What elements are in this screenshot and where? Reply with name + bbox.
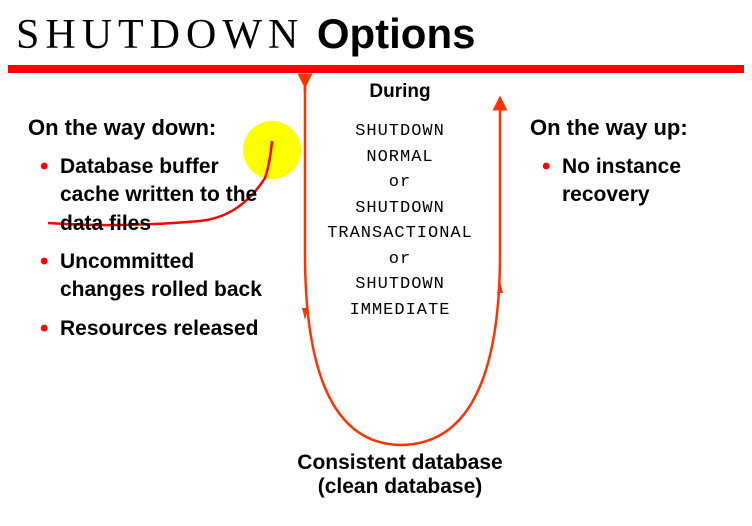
title-word-options: Options bbox=[317, 10, 476, 57]
mode-text: TRANSACTIONAL bbox=[300, 221, 500, 247]
list-item: Uncommitted changes rolled back bbox=[46, 248, 278, 305]
mode-text: IMMEDIATE bbox=[300, 298, 500, 324]
center-heading: During bbox=[300, 81, 500, 103]
right-column: On the way up: No instance recovery bbox=[530, 115, 730, 210]
left-heading: On the way down: bbox=[28, 115, 278, 141]
list-item: No instance recovery bbox=[548, 153, 730, 210]
center-column: During SHUTDOWN NORMAL or SHUTDOWN TRANS… bbox=[300, 81, 500, 323]
list-item: Resources released bbox=[46, 315, 278, 343]
bottom-label: Consistent database (clean database) bbox=[270, 451, 530, 499]
bottom-line2: (clean database) bbox=[270, 475, 530, 499]
diagram-content: On the way down: Database buffer cache w… bbox=[0, 73, 752, 523]
mode-text: SHUTDOWN bbox=[300, 196, 500, 222]
bottom-line1: Consistent database bbox=[270, 451, 530, 475]
title-word-shutdown: SHUTDOWN bbox=[16, 12, 304, 58]
left-list: Database buffer cache written to the dat… bbox=[28, 153, 278, 343]
mode-text: or bbox=[300, 170, 500, 196]
page-title: SHUTDOWN Options bbox=[0, 0, 752, 65]
left-column: On the way down: Database buffer cache w… bbox=[28, 115, 278, 353]
right-heading: On the way up: bbox=[530, 115, 730, 141]
mode-text: NORMAL bbox=[300, 145, 500, 171]
list-item: Database buffer cache written to the dat… bbox=[46, 153, 278, 238]
mode-text: SHUTDOWN bbox=[300, 119, 500, 145]
title-underline-bar bbox=[8, 65, 744, 73]
mode-text: SHUTDOWN bbox=[300, 272, 500, 298]
mode-text: or bbox=[300, 247, 500, 273]
right-list: No instance recovery bbox=[530, 153, 730, 210]
